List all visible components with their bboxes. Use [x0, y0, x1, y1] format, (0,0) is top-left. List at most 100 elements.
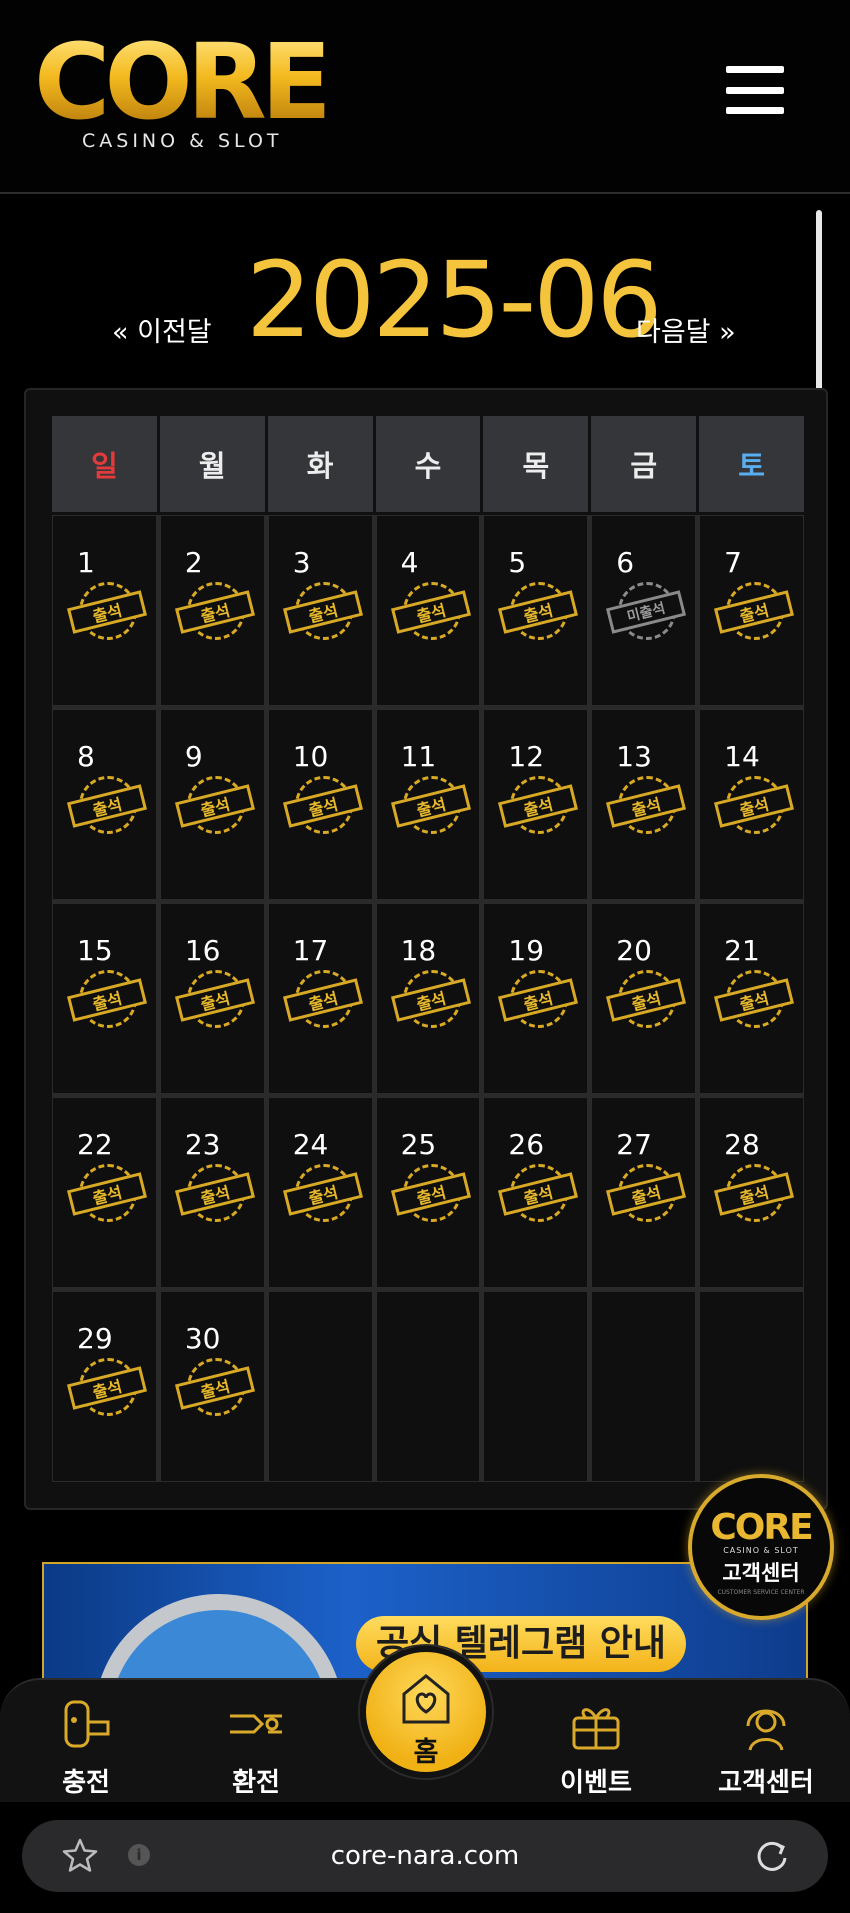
- calendar-day-cell[interactable]: 23 출석: [159, 1097, 265, 1288]
- day-number: 26: [508, 1128, 545, 1161]
- nav-deposit[interactable]: 충전: [26, 1692, 146, 1799]
- weekday-header: 일: [52, 416, 157, 512]
- day-number: 25: [400, 1128, 437, 1161]
- day-number: 10: [292, 740, 329, 773]
- calendar-day-cell[interactable]: 6 미출석: [591, 515, 697, 706]
- calendar-day-cell[interactable]: 17 출석: [267, 903, 373, 1094]
- magnifier-graphic: [94, 1594, 344, 1680]
- calendar-day-cell[interactable]: 14 출석: [699, 709, 804, 900]
- calendar-empty-cell: [699, 1291, 804, 1482]
- missed-stamp-icon: 미출석: [606, 582, 687, 642]
- calendar-day-cell[interactable]: 15 출석: [52, 903, 157, 1094]
- day-number: 20: [616, 934, 652, 967]
- day-number: 6: [616, 546, 635, 579]
- attended-stamp-icon: 출석: [390, 970, 471, 1030]
- attended-stamp-icon: 출석: [390, 1164, 471, 1224]
- logo-subtitle: CASINO & SLOT: [82, 130, 283, 152]
- hamburger-menu-icon[interactable]: [726, 66, 784, 114]
- attended-stamp-icon: 출석: [606, 970, 687, 1030]
- nav-home-label: 홈: [413, 1737, 439, 1768]
- day-number: 3: [292, 546, 311, 579]
- attended-stamp-icon: 출석: [498, 1164, 579, 1224]
- nav-event[interactable]: 이벤트: [536, 1692, 656, 1799]
- calendar-day-cell[interactable]: 8 출석: [52, 709, 157, 900]
- calendar-day-cell[interactable]: 18 출석: [375, 903, 481, 1094]
- attended-stamp-icon: 출석: [174, 776, 255, 836]
- attended-stamp-icon: 출석: [282, 1164, 363, 1224]
- reload-icon[interactable]: [752, 1836, 792, 1876]
- calendar-day-cell[interactable]: 16 출석: [159, 903, 265, 1094]
- attended-stamp-icon: 출석: [498, 776, 579, 836]
- calendar-day-cell[interactable]: 11 출석: [375, 709, 481, 900]
- prev-month-link[interactable]: « 이전달: [112, 310, 212, 349]
- calendar-day-cell[interactable]: 28 출석: [699, 1097, 804, 1288]
- weekday-header: 금: [591, 416, 697, 512]
- day-number: 18: [400, 934, 437, 967]
- calendar-day-cell[interactable]: 26 출석: [483, 1097, 589, 1288]
- calendar-day-cell[interactable]: 9 출석: [159, 709, 265, 900]
- calendar-day-cell[interactable]: 29 출석: [52, 1291, 157, 1482]
- attended-stamp-icon: 출석: [66, 776, 148, 836]
- calendar-day-cell[interactable]: 20 출석: [591, 903, 697, 1094]
- url-text: core-nara.com: [330, 1841, 520, 1871]
- nav-withdraw[interactable]: 환전: [196, 1692, 316, 1799]
- core-logo[interactable]: CORE CASINO & SLOT: [34, 21, 334, 154]
- cs-label: 고객센터: [722, 1561, 800, 1585]
- day-number: 11: [400, 740, 437, 773]
- withdraw-icon: [230, 1714, 282, 1734]
- day-number: 29: [77, 1322, 113, 1355]
- nav-support[interactable]: 고객센터: [706, 1692, 826, 1799]
- attended-stamp-icon: 출석: [66, 1358, 148, 1418]
- attended-stamp-icon: 출석: [390, 776, 471, 836]
- attended-stamp-icon: 출석: [714, 776, 795, 836]
- calendar-day-cell[interactable]: 12 출석: [483, 709, 589, 900]
- attended-stamp-icon: 출석: [174, 970, 255, 1030]
- day-number: 5: [508, 546, 527, 579]
- calendar-day-cell[interactable]: 27 출석: [591, 1097, 697, 1288]
- month-navigation: « 이전달 2025-06 다음달 »: [0, 240, 850, 360]
- next-month-link[interactable]: 다음달 »: [636, 310, 736, 349]
- nav-home-button[interactable]: 홈: [360, 1646, 492, 1778]
- calendar-day-cell[interactable]: 4 출석: [375, 515, 481, 706]
- weekday-header: 월: [159, 416, 265, 512]
- day-number: 19: [508, 934, 545, 967]
- calendar-day-cell[interactable]: 10 출석: [267, 709, 373, 900]
- attended-stamp-icon: 출석: [498, 582, 579, 642]
- weekday-header: 수: [375, 416, 481, 512]
- calendar-day-cell[interactable]: 21 출석: [699, 903, 804, 1094]
- day-number: 2: [184, 546, 203, 579]
- calendar-day-cell[interactable]: 19 출석: [483, 903, 589, 1094]
- calendar-day-cell[interactable]: 3 출석: [267, 515, 373, 706]
- logo-wordmark: CORE: [34, 21, 332, 143]
- nav-event-label: 이벤트: [560, 1768, 632, 1798]
- attended-stamp-icon: 출석: [606, 1164, 687, 1224]
- attended-stamp-icon: 출석: [282, 776, 363, 836]
- calendar-day-cell[interactable]: 13 출석: [591, 709, 697, 900]
- attended-stamp-icon: 출석: [174, 582, 255, 642]
- day-number: 21: [724, 934, 760, 967]
- day-number: 7: [724, 546, 742, 579]
- attended-stamp-icon: 출석: [282, 970, 363, 1030]
- calendar-day-cell[interactable]: 22 출석: [52, 1097, 157, 1288]
- calendar-day-cell[interactable]: 30 출석: [159, 1291, 265, 1482]
- attended-stamp-icon: 출석: [282, 582, 363, 642]
- url-field[interactable]: i core-nara.com: [22, 1820, 828, 1892]
- nav-withdraw-label: 환전: [232, 1768, 280, 1798]
- calendar-empty-cell: [267, 1291, 373, 1482]
- calendar-day-cell[interactable]: 7 출석: [699, 515, 804, 706]
- cs-tagline: CUSTOMER SERVICE CENTER: [717, 1589, 805, 1596]
- deposit-icon: [64, 1700, 110, 1748]
- calendar-days-grid: 1 출석 2 출석 3 출석 4 출석 5 출석 6 미출석 7 출석 8 출석 9 출석 10 출석 11 출석 12 출석…: [52, 515, 804, 1482]
- attended-stamp-icon: 출석: [498, 970, 579, 1030]
- day-number: 12: [508, 740, 545, 773]
- calendar-day-cell[interactable]: 24 출석: [267, 1097, 373, 1288]
- calendar-day-cell[interactable]: 5 출석: [483, 515, 589, 706]
- calendar-day-cell[interactable]: 25 출석: [375, 1097, 481, 1288]
- attended-stamp-icon: 출석: [66, 1164, 148, 1224]
- calendar-day-cell[interactable]: 2 출석: [159, 515, 265, 706]
- day-number: 27: [616, 1128, 652, 1161]
- day-number: 14: [724, 740, 760, 773]
- customer-center-floating-button[interactable]: CORE CASINO & SLOT 고객센터 CUSTOMER SERVICE…: [688, 1474, 834, 1620]
- browser-address-bar: i core-nara.com: [0, 1802, 850, 1913]
- calendar-day-cell[interactable]: 1 출석: [52, 515, 157, 706]
